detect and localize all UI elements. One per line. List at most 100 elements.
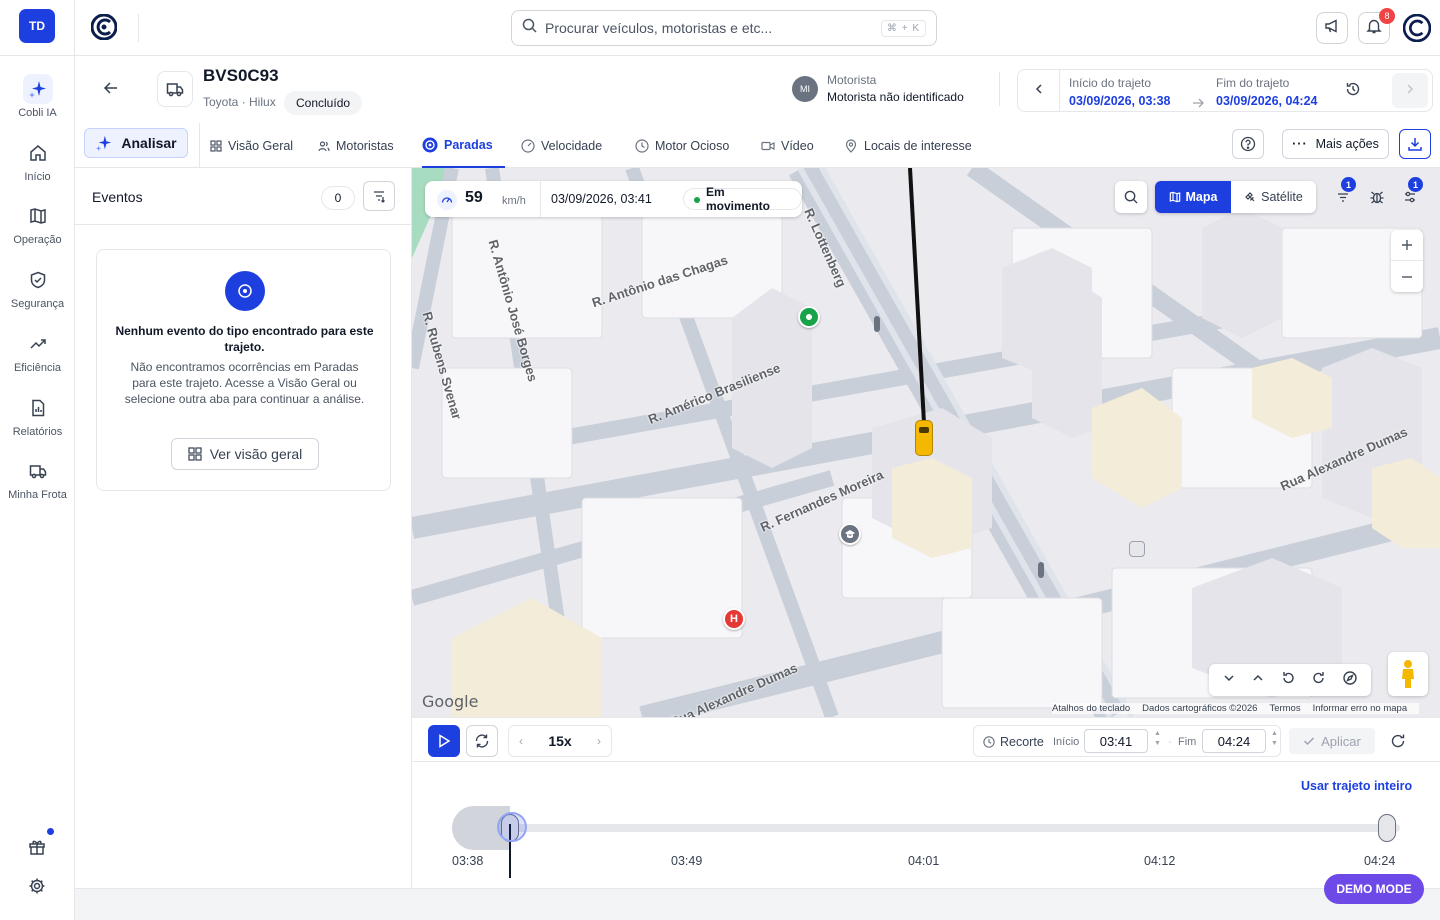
map-type-satellite[interactable]: Satélite bbox=[1231, 181, 1316, 213]
rail-item-eficiencia[interactable]: Eficiência bbox=[0, 329, 75, 374]
zoom-in-button[interactable] bbox=[1391, 230, 1423, 261]
rail-item-relatorios[interactable]: Relatórios bbox=[0, 393, 75, 438]
driver-label: Motorista bbox=[827, 73, 877, 87]
demo-mode-badge[interactable]: DEMO MODE bbox=[1324, 874, 1424, 904]
trip-range: Início do trajeto 03/09/2026, 03:38 Fim … bbox=[1017, 69, 1433, 112]
bus-stop-icon[interactable] bbox=[1129, 541, 1145, 557]
trim-end-handle[interactable] bbox=[1378, 814, 1396, 842]
terms-link[interactable]: Termos bbox=[1269, 703, 1300, 714]
play-button[interactable] bbox=[428, 725, 460, 757]
trip-end-value[interactable]: 03/09/2026, 04:24 bbox=[1216, 94, 1317, 108]
rail-item-seguranca[interactable]: Segurança bbox=[0, 265, 75, 310]
announcements-button[interactable] bbox=[1316, 12, 1348, 44]
traffic-light-icon bbox=[1038, 562, 1044, 578]
sliders-icon bbox=[1405, 191, 1415, 203]
back-arrow-icon[interactable] bbox=[103, 80, 119, 101]
map-settings-button[interactable]: 1 bbox=[1394, 177, 1426, 213]
gift-icon[interactable] bbox=[26, 836, 48, 858]
chevron-up-icon[interactable] bbox=[1252, 671, 1264, 689]
apply-trim-button[interactable]: Aplicar bbox=[1289, 728, 1375, 754]
more-actions-button[interactable]: ··· Mais ações bbox=[1282, 129, 1389, 159]
use-full-trip-link[interactable]: Usar trajeto inteiro bbox=[1301, 779, 1412, 793]
cobli-logo-icon[interactable] bbox=[90, 13, 118, 41]
rail-item-operacao[interactable]: Operação bbox=[0, 201, 75, 246]
hospital-icon[interactable]: H bbox=[723, 608, 745, 630]
map-view[interactable]: R. Antônio das Chagas R. Antônio José Bo… bbox=[412, 168, 1440, 717]
keyboard-shortcuts-link[interactable]: Atalhos do teclado bbox=[1052, 703, 1130, 714]
timeline-tick: 04:24 bbox=[1364, 854, 1396, 868]
gear-icon[interactable] bbox=[26, 875, 48, 897]
map-traffic-button[interactable] bbox=[1361, 181, 1393, 213]
search-input[interactable]: Procurar veículos, motoristas e etc... bbox=[545, 20, 881, 36]
view-overview-button[interactable]: Ver visão geral bbox=[171, 438, 319, 470]
playback-speed-control[interactable]: ‹ 15x › bbox=[508, 725, 612, 757]
map-attribution: Atalhos do teclado Dados cartográficos ©… bbox=[1052, 703, 1420, 714]
bug-icon bbox=[1370, 191, 1384, 204]
map-filter-button[interactable]: 1 bbox=[1327, 177, 1359, 213]
driver-name: Motorista não identificado bbox=[827, 90, 964, 104]
previous-trip-button[interactable] bbox=[1018, 70, 1060, 111]
trim-end-stepper[interactable]: ▲ ▼ bbox=[1271, 729, 1278, 749]
reset-trim-button[interactable] bbox=[1383, 725, 1413, 757]
help-button[interactable] bbox=[1232, 129, 1264, 159]
next-trip-button[interactable] bbox=[1392, 73, 1428, 108]
tab-visao-geral[interactable]: Visão Geral bbox=[210, 123, 293, 168]
playhead-knob[interactable] bbox=[497, 812, 527, 842]
tab-paradas[interactable]: Paradas bbox=[422, 123, 505, 168]
ellipsis-icon: ··· bbox=[1292, 137, 1308, 151]
stop-target-icon bbox=[225, 271, 265, 311]
current-speed: 59 bbox=[465, 189, 483, 206]
history-button[interactable] bbox=[1338, 76, 1368, 106]
chevron-right-icon[interactable]: › bbox=[597, 734, 601, 748]
tab-motor-ocioso[interactable]: Motor Ocioso bbox=[635, 123, 729, 168]
rail-item-inicio[interactable]: Início bbox=[0, 138, 75, 183]
school-icon[interactable] bbox=[839, 523, 861, 545]
trim-start-stepper[interactable]: ▲ ▼ bbox=[1154, 729, 1161, 749]
trip-start-value[interactable]: 03/09/2026, 03:38 bbox=[1069, 94, 1170, 108]
download-button[interactable] bbox=[1399, 129, 1431, 159]
location-pin-icon[interactable] bbox=[798, 306, 820, 328]
rail-item-minha-frota[interactable]: Minha Frota bbox=[0, 456, 75, 501]
tab-velocidade[interactable]: Velocidade bbox=[521, 123, 602, 168]
top-bar: Procurar veículos, motoristas e etc... ⌘… bbox=[75, 0, 1440, 56]
search-shortcut: ⌘ + K bbox=[880, 19, 926, 37]
moving-status-badge: Em movimento bbox=[683, 185, 802, 213]
analyze-button[interactable]: Analisar bbox=[84, 128, 188, 158]
gauge-icon bbox=[437, 190, 457, 210]
trip-status-badge: Concluído bbox=[284, 91, 363, 115]
street-view-pegman[interactable] bbox=[1388, 652, 1428, 696]
trim-end-input[interactable]: 04:24 bbox=[1202, 729, 1266, 753]
rotate-left-icon[interactable] bbox=[1281, 671, 1295, 690]
gauge-icon bbox=[521, 138, 535, 153]
notifications-button[interactable]: 8 bbox=[1358, 8, 1395, 44]
rail-item-cobli-ia[interactable]: Cobli IA bbox=[0, 74, 75, 119]
rotate-right-icon[interactable] bbox=[1312, 671, 1326, 690]
report-error-link[interactable]: Informar erro no mapa bbox=[1313, 703, 1408, 714]
topbar-divider bbox=[138, 14, 139, 42]
sort-icon bbox=[374, 191, 385, 203]
map-search-button[interactable] bbox=[1115, 181, 1147, 213]
tab-video[interactable]: Vídeo bbox=[761, 123, 814, 168]
empty-state-card: Nenhum evento do tipo encontrado para es… bbox=[96, 249, 391, 491]
chevron-down-icon[interactable] bbox=[1223, 671, 1235, 689]
timeline-track[interactable] bbox=[452, 824, 1400, 832]
account-logo-icon[interactable] bbox=[1402, 13, 1432, 43]
tab-motoristas[interactable]: Motoristas bbox=[318, 123, 394, 168]
compass-icon[interactable] bbox=[1342, 670, 1357, 690]
trim-start-input[interactable]: 03:41 bbox=[1084, 729, 1148, 753]
loop-button[interactable] bbox=[466, 725, 498, 757]
vehicle-marker-icon[interactable] bbox=[915, 420, 933, 456]
chevron-left-icon[interactable]: ‹ bbox=[519, 734, 523, 748]
sort-button[interactable] bbox=[363, 181, 395, 211]
trip-start-label: Início do trajeto bbox=[1069, 76, 1152, 90]
apply-trim-label: Aplicar bbox=[1321, 733, 1361, 749]
tab-locais-de-interesse[interactable]: Locais de interesse bbox=[844, 123, 972, 168]
global-search[interactable]: Procurar veículos, motoristas e etc... ⌘… bbox=[511, 10, 937, 46]
rail-item-label: Cobli IA bbox=[18, 107, 57, 119]
user-avatar[interactable]: TD bbox=[19, 9, 55, 43]
zoom-out-button[interactable] bbox=[1391, 261, 1423, 292]
map-data-credit: Dados cartográficos ©2026 bbox=[1142, 703, 1258, 714]
map-type-map[interactable]: Mapa bbox=[1155, 181, 1231, 213]
driver-info[interactable]: MI Motorista Motorista não identificado bbox=[792, 73, 964, 104]
trip-end-label: Fim do trajeto bbox=[1216, 76, 1290, 90]
